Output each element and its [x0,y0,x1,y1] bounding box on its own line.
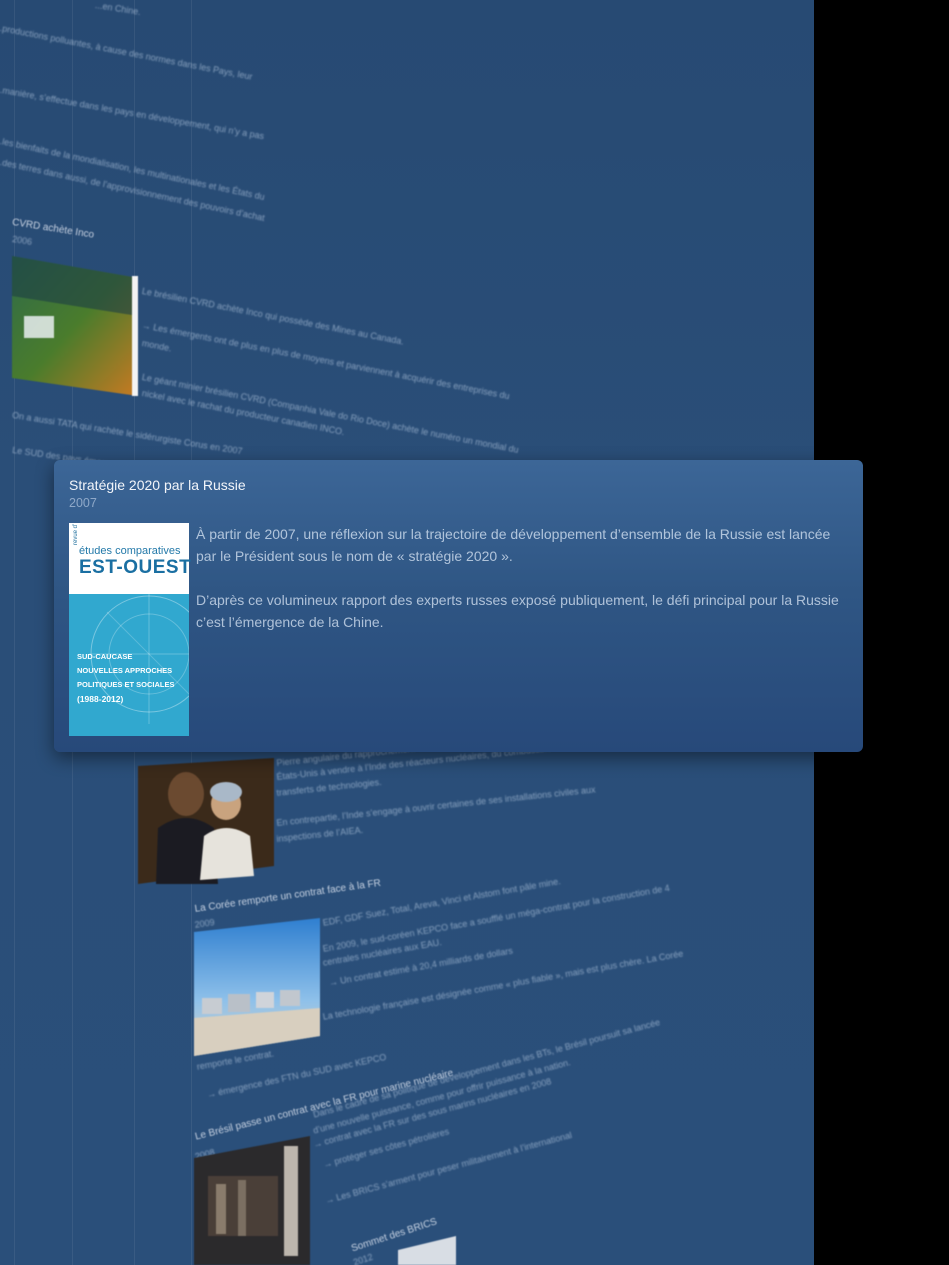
event-description: À partir de 2007, une réflexion sur la t… [196,523,846,655]
cover-body: SUD-CAUCASE NOUVELLES APPROCHES POLITIQU… [69,594,189,736]
cover-est-ouest: EST-OUEST [79,557,192,578]
brics-image [398,1236,456,1265]
cover-subtitle: NOUVELLES APPROCHES [77,666,173,675]
event-title: Stratégie 2020 par la Russie [69,477,246,493]
cover-etudes: études comparatives [79,545,181,557]
compass-graphic [89,594,189,724]
cover-revue: revue d’ [73,523,79,545]
cover-header: revue d’ études comparatives EST-OUEST [69,523,192,594]
cover-subtitle: (1988-2012) [77,694,124,704]
event-paragraph: D’après ce volumineux rapport des expert… [196,592,839,630]
power-plant-image [194,918,320,1056]
bresil-line: Dans le cadre de sa politique de dévelop… [312,1017,662,1120]
summit-photo [138,758,274,884]
summit-line: inspections de l’AIEA. [276,824,364,844]
timeline-event-card[interactable]: Stratégie 2020 par la Russie 2007 revue … [54,460,863,752]
bg-text-line: ...productions polluantes, à cause des n… [0,22,254,82]
cvrd-line: monde. [141,338,173,354]
bg-text-line: ...manière, s’effectue dans les pays en … [0,84,265,142]
journal-cover-image: revue d’ études comparatives EST-OUEST S… [69,523,192,736]
submarine-image [194,1136,310,1265]
bresil-line: → Les BRICS s’arment pour peser militair… [324,1129,574,1206]
event-paragraph: À partir de 2007, une réflexion sur la t… [196,526,831,564]
event-year: 2007 [69,496,97,510]
cvrd-image [12,256,138,396]
cover-subtitle: POLITIQUES ET SOCIALES [77,680,175,689]
coree-line: La technologie française est désignée co… [322,948,684,1022]
cover-subtitle: SUD-CAUCASE [77,652,133,661]
